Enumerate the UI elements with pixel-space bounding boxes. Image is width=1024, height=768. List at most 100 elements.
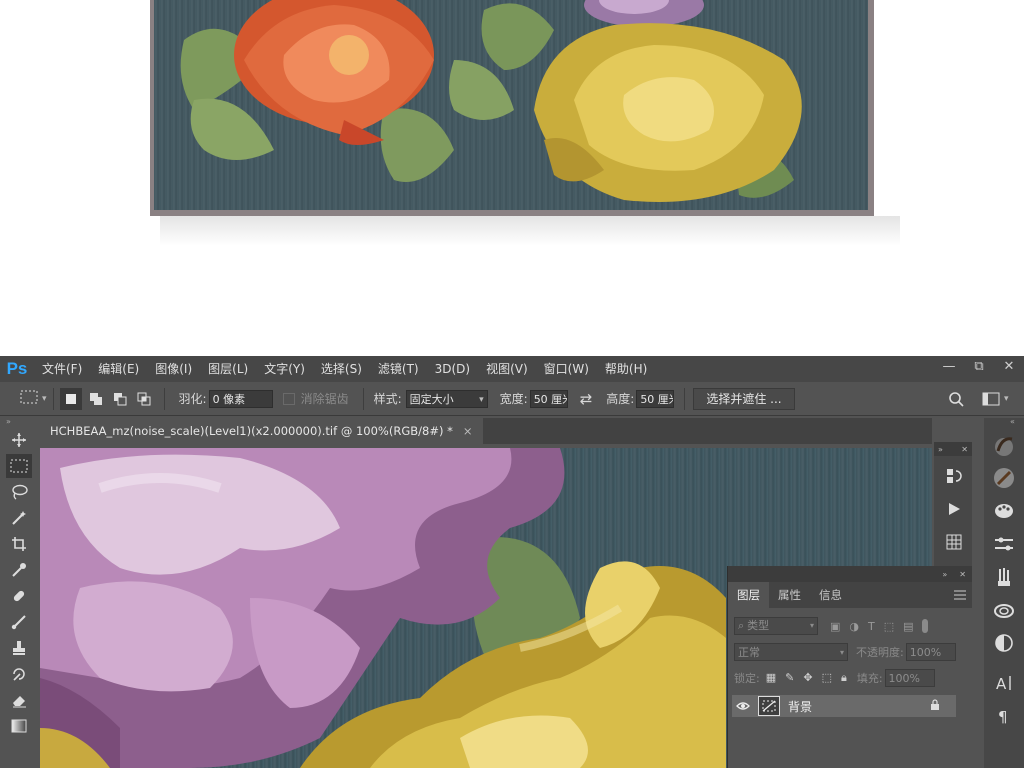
history-brush-tool-icon[interactable] [6, 662, 32, 686]
close-panel-icon[interactable]: ✕ [959, 570, 966, 579]
cc-libraries-icon[interactable] [989, 596, 1019, 624]
document-tab-title: HCHBEAA_mz(noise_scale)(Level1)(x2.00000… [50, 424, 453, 438]
pixel-filter-icon[interactable]: ▣ [830, 620, 840, 633]
collapse-arrows-icon[interactable]: » [0, 418, 38, 426]
swap-width-height-icon[interactable]: ⇄ [580, 388, 593, 410]
menu-select[interactable]: 选择(S) [313, 356, 370, 382]
magic-wand-tool-icon[interactable] [6, 506, 32, 530]
brushes-icon[interactable] [989, 563, 1019, 591]
workspace-switcher-button[interactable]: ▾ [982, 388, 1009, 410]
smart-object-filter-icon[interactable]: ▤ [903, 620, 913, 633]
layers-panel: » ✕ 图层 属性 信息 ⌕ 类型 ▾ ▣ ◑ T ⬚ ▤ 正常 ▾ 不透明度:… [727, 566, 972, 768]
menu-window[interactable]: 窗口(W) [536, 356, 597, 382]
layer-row-background[interactable]: 背景 [732, 695, 956, 717]
width-input[interactable]: 50 厘米 [529, 389, 568, 408]
intersect-selection-button[interactable] [136, 391, 152, 407]
close-tab-icon[interactable]: × [463, 424, 473, 438]
restore-button[interactable]: ⧉ [964, 356, 994, 376]
close-panel-icon[interactable]: ✕ [961, 445, 968, 454]
minimize-button[interactable]: — [934, 356, 964, 376]
eyedropper-tool-icon[interactable] [6, 558, 32, 582]
brush-tool-icon[interactable] [6, 610, 32, 634]
color-palette-icon[interactable] [989, 497, 1019, 525]
right-panel-bar: « A ¶ [984, 418, 1024, 768]
collapse-arrows-icon[interactable]: « [984, 418, 1024, 426]
type-filter-icon[interactable]: T [868, 620, 875, 633]
menu-help[interactable]: 帮助(H) [597, 356, 655, 382]
lasso-tool-icon[interactable] [6, 480, 32, 504]
height-input[interactable]: 50 厘米 [636, 389, 675, 408]
menu-edit[interactable]: 编辑(E) [90, 356, 147, 382]
character-icon[interactable]: A [989, 669, 1019, 697]
brush-settings-icon[interactable] [989, 464, 1019, 492]
close-button[interactable]: ✕ [994, 356, 1024, 376]
layer-filter-select[interactable]: ⌕ 类型 ▾ [734, 617, 818, 635]
paragraph-icon[interactable]: ¶ [989, 702, 1019, 730]
play-action-icon[interactable] [939, 495, 969, 523]
menu-3d[interactable]: 3D(D) [427, 356, 478, 382]
menu-image[interactable]: 图像(I) [147, 356, 200, 382]
panel-menu-icon[interactable] [948, 582, 972, 608]
feather-input[interactable]: 0 像素 [208, 389, 273, 408]
blend-mode-select[interactable]: 正常 ▾ [734, 643, 848, 661]
fill-input[interactable]: 100% [884, 669, 935, 687]
lock-position-icon[interactable]: ✥ [803, 671, 812, 685]
filter-toggle-switch[interactable] [921, 619, 928, 633]
options-bar: ▾ 羽化: 0 像素 消除锯齿 样式: 固定大小 ▾ 宽度: 50 厘米 ⇄ [0, 382, 1024, 416]
chevron-down-icon: ▾ [1004, 393, 1009, 404]
feather-label: 羽化: [178, 392, 207, 406]
crop-tool-icon[interactable] [6, 532, 32, 556]
rect-marquee-tool-icon[interactable] [6, 454, 32, 478]
adjustments-icon[interactable] [989, 530, 1019, 558]
subtract-selection-button[interactable] [112, 391, 128, 407]
healing-brush-tool-icon[interactable] [6, 584, 32, 608]
move-tool-icon[interactable] [6, 428, 32, 452]
add-selection-button[interactable] [88, 391, 104, 407]
document-tab[interactable]: HCHBEAA_mz(noise_scale)(Level1)(x2.00000… [40, 418, 483, 444]
lock-icons: ▦ ✎ ✥ ⬚ 🔒︎ [766, 671, 847, 685]
lock-pixels-icon[interactable]: ✎ [785, 671, 794, 685]
menu-layer[interactable]: 图层(L) [200, 356, 256, 382]
menu-view[interactable]: 视图(V) [478, 356, 536, 382]
adjustment-filter-icon[interactable]: ◑ [849, 620, 859, 633]
style-value: 固定大小 [409, 392, 454, 406]
panel-header: » ✕ [934, 442, 972, 456]
tab-info[interactable]: 信息 [810, 582, 851, 608]
clone-stamp-tool-icon[interactable] [6, 636, 32, 660]
menu-filter[interactable]: 滤镜(T) [370, 356, 427, 382]
tab-layers[interactable]: 图层 [728, 582, 769, 608]
layer-filter-value: 类型 [747, 619, 770, 632]
antialias-checkbox[interactable]: 消除锯齿 [282, 388, 349, 410]
shape-filter-icon[interactable]: ⬚ [884, 620, 894, 633]
rect-marquee-icon [20, 390, 38, 407]
styles-icon[interactable] [989, 629, 1019, 657]
menu-file[interactable]: 文件(F) [34, 356, 90, 382]
search-icon[interactable] [948, 388, 964, 410]
lock-artboard-icon[interactable]: ⬚ [822, 671, 832, 685]
svg-text:¶: ¶ [998, 708, 1008, 725]
collapse-arrows-icon[interactable]: » [938, 445, 943, 454]
style-select[interactable]: 固定大小 ▾ [405, 389, 488, 408]
lock-all-icon[interactable]: 🔒︎ [841, 671, 847, 685]
marquee-preset-button[interactable]: ▾ [20, 388, 47, 410]
layer-filter-icons: ▣ ◑ T ⬚ ▤ [830, 620, 914, 633]
width-label: 宽度: [499, 392, 528, 406]
visibility-eye-icon[interactable] [732, 701, 754, 711]
gradient-tool-icon[interactable] [6, 714, 32, 738]
opacity-input[interactable]: 100% [905, 643, 956, 661]
brush-preset-icon[interactable] [989, 431, 1019, 459]
blend-mode-value: 正常 [738, 646, 760, 659]
collapse-arrows-icon[interactable]: » [942, 570, 947, 579]
new-selection-button[interactable] [59, 387, 82, 410]
layers-panel-tabs: 图层 属性 信息 [728, 582, 972, 608]
history-icon[interactable] [939, 462, 969, 490]
menu-type[interactable]: 文字(Y) [256, 356, 313, 382]
select-and-mask-button[interactable]: 选择并遮住 ... [693, 387, 795, 410]
tab-properties[interactable]: 属性 [769, 582, 810, 608]
chevron-down-icon: ▾ [809, 621, 814, 630]
lock-transparency-icon[interactable]: ▦ [766, 671, 776, 685]
grid-icon[interactable] [939, 528, 969, 556]
workspace-icon [982, 392, 1000, 405]
eraser-tool-icon[interactable] [6, 688, 32, 712]
chevron-down-icon: ▾ [839, 648, 844, 657]
